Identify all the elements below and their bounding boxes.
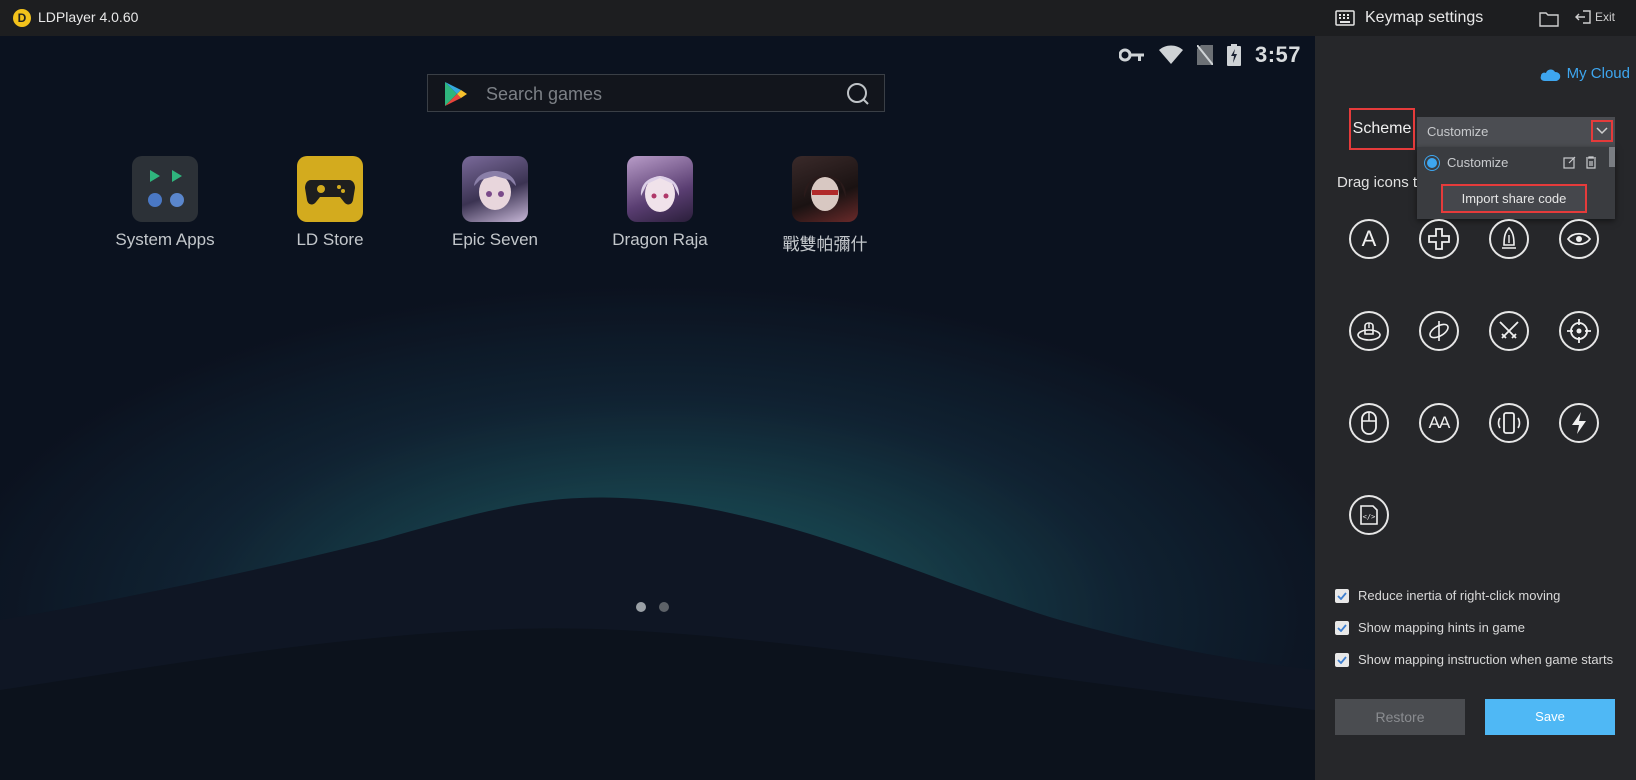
search-icon[interactable]: [846, 82, 870, 106]
search-games-bar[interactable]: Search games: [427, 74, 885, 112]
dpad-icon[interactable]: [1419, 219, 1459, 259]
app-system-apps[interactable]: System Apps: [95, 156, 235, 250]
chevron-down-icon: [1596, 127, 1608, 135]
punishing-gray-raven-icon: [792, 156, 858, 222]
folder-icon[interactable]: [1539, 11, 1559, 27]
battery-charging-icon: [1226, 44, 1241, 66]
scheme-option-customize[interactable]: Customize: [1417, 147, 1607, 179]
keymap-panel: Keymap settings Exit My Cloud Scheme Cus…: [1315, 0, 1636, 780]
mouse-look-icon[interactable]: [1349, 311, 1389, 351]
scheme-dropdown-menu: Customize Import share code: [1417, 147, 1615, 219]
title-bar: D LDPlayer 4.0.60: [0, 0, 1315, 36]
page-indicator: [636, 602, 669, 612]
checkbox-show-instruction[interactable]: Show mapping instruction when game start…: [1335, 652, 1613, 667]
save-button[interactable]: Save: [1485, 699, 1615, 735]
keymap-header: Keymap settings Exit: [1315, 0, 1636, 36]
checkbox-checked-icon[interactable]: [1335, 620, 1349, 635]
checkbox-reduce-inertia[interactable]: Reduce inertia of right-click moving: [1335, 588, 1560, 603]
my-cloud-label: My Cloud: [1566, 65, 1630, 82]
tap-key-icon[interactable]: A: [1349, 219, 1389, 259]
shake-icon[interactable]: [1489, 403, 1529, 443]
vpn-key-icon: [1118, 48, 1144, 62]
radio-selected-icon: [1427, 158, 1437, 168]
clock: 3:57: [1254, 42, 1301, 67]
checkbox-label: Reduce inertia of right-click moving: [1358, 588, 1561, 603]
search-input[interactable]: Search games: [486, 84, 602, 105]
android-status-bar: 3:57: [1118, 42, 1301, 68]
edit-icon[interactable]: [1563, 156, 1576, 169]
app-label: 戰雙帕彌什: [782, 235, 868, 254]
exit-icon: [1575, 10, 1591, 24]
app-label: Epic Seven: [452, 230, 538, 249]
app-title: LDPlayer 4.0.60: [38, 9, 139, 25]
eye-icon[interactable]: [1559, 219, 1599, 259]
android-screen[interactable]: 3:57 Search games System Apps LD Store E…: [0, 36, 1315, 780]
app-ld-store[interactable]: LD Store: [260, 156, 400, 250]
app-label: System Apps: [115, 230, 215, 249]
wifi-icon: [1158, 45, 1183, 64]
scheme-dropdown-toggle[interactable]: [1591, 120, 1613, 142]
my-cloud-link[interactable]: My Cloud: [1539, 65, 1630, 82]
dragon-raja-icon: [627, 156, 693, 222]
page-dot[interactable]: [659, 602, 669, 612]
app-epic-seven[interactable]: Epic Seven: [425, 156, 565, 250]
system-apps-icon: [132, 156, 198, 222]
keyboard-icon: [1335, 10, 1355, 26]
app-label: Dragon Raja: [612, 230, 708, 249]
repeat-tap-icon[interactable]: AA: [1419, 403, 1459, 443]
keymap-title: Keymap settings: [1365, 9, 1484, 26]
restore-button[interactable]: Restore: [1335, 699, 1465, 735]
no-sim-icon: [1196, 45, 1213, 65]
macro-script-icon[interactable]: </>: [1349, 495, 1389, 535]
scheme-select[interactable]: Customize: [1417, 117, 1615, 147]
svg-text:</>: </>: [1363, 513, 1376, 521]
app-punishing-gray-raven[interactable]: 戰雙帕彌什: [755, 156, 895, 255]
scheme-option-label: Customize: [1447, 155, 1509, 170]
checkbox-label: Show mapping instruction when game start…: [1358, 652, 1614, 667]
app-label: LD Store: [296, 230, 364, 249]
dropdown-scrollbar[interactable]: [1609, 147, 1615, 167]
epic-seven-icon: [462, 156, 528, 222]
exit-button[interactable]: Exit: [1575, 10, 1615, 24]
drag-icons-hint: Drag icons t: [1337, 174, 1418, 191]
screen-dim-overlay: [0, 36, 1315, 780]
scheme-label: Scheme: [1349, 108, 1415, 150]
checkbox-checked-icon[interactable]: [1335, 652, 1349, 667]
ldplayer-logo-icon: D: [13, 9, 31, 27]
checkbox-label: Show mapping hints in game: [1358, 620, 1525, 635]
page-dot-active[interactable]: [636, 602, 646, 612]
checkbox-show-hints[interactable]: Show mapping hints in game: [1335, 620, 1525, 635]
checkbox-checked-icon[interactable]: [1335, 588, 1349, 603]
crossed-swords-icon[interactable]: [1489, 311, 1529, 351]
mouse-icon[interactable]: [1349, 403, 1389, 443]
cloud-icon: [1540, 68, 1560, 81]
skill-icon[interactable]: [1489, 219, 1529, 259]
import-share-code-button[interactable]: Import share code: [1441, 184, 1587, 213]
play-store-icon: [445, 82, 467, 106]
lightning-icon[interactable]: [1559, 403, 1599, 443]
rotate-view-icon[interactable]: [1419, 311, 1459, 351]
scheme-value: Customize: [1427, 124, 1489, 139]
ld-store-icon: [297, 156, 363, 222]
exit-label: Exit: [1595, 10, 1616, 24]
delete-icon[interactable]: [1585, 156, 1597, 169]
crosshair-icon[interactable]: [1559, 311, 1599, 351]
app-dragon-raja[interactable]: Dragon Raja: [590, 156, 730, 250]
